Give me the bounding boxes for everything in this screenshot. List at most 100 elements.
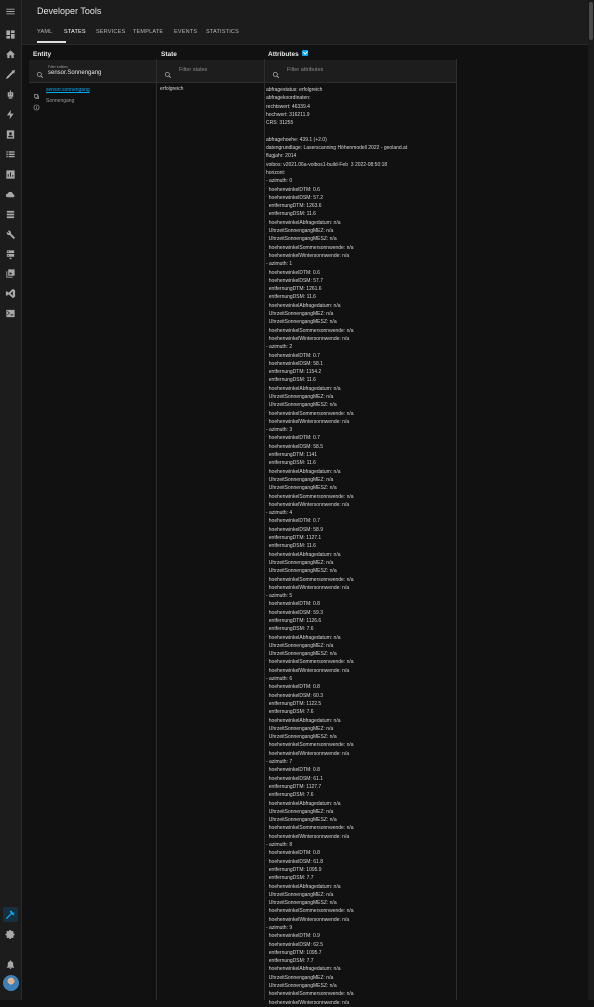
attribute-line: entfernungDTM: 1127.7 — [266, 783, 322, 790]
vscode-icon[interactable] — [3, 286, 18, 301]
robot-icon[interactable] — [3, 87, 18, 102]
storage-icon[interactable] — [3, 207, 18, 222]
attribute-line: abfragekoordinaten: — [266, 95, 311, 102]
tab-events[interactable]: EVENTS — [174, 29, 197, 43]
attribute-line: entfernungDSM: 7.7 — [266, 875, 314, 882]
attribute-line: hoehenwinkelAbfragedatum: n/a — [266, 634, 341, 641]
list-icon[interactable] — [3, 147, 18, 162]
attribute-line: hoehenwinkelAbfragedatum: n/a — [266, 219, 341, 226]
tab-template[interactable]: TEMPLATE — [133, 29, 163, 43]
attribute-line: hoehenwinkelWintersonnwende: n/a — [266, 833, 350, 840]
badge-icon[interactable] — [3, 127, 18, 142]
more-info-icon[interactable] — [33, 87, 40, 99]
attribute-line: flugjahr: 2014 — [266, 153, 297, 160]
attribute-line: - azimuth: 6 — [266, 676, 293, 683]
attribute-line: hoehenwinkelWintersonnwende: n/a — [266, 584, 350, 591]
attribute-line: abfragehoehe: 439.1 (+2.0) — [266, 136, 327, 143]
attribute-line: hoehenwinkelDTM: 0.8 — [266, 850, 320, 857]
attribute-line: hoehenwinkelDSM: 61.1 — [266, 775, 323, 782]
attribute-line: hoehenwinkelDSM: 60.3 — [266, 692, 323, 699]
info-icon[interactable] — [33, 98, 40, 111]
media-icon[interactable] — [3, 266, 18, 281]
lightning-icon[interactable] — [3, 107, 18, 122]
home-icon[interactable] — [3, 47, 18, 62]
wrench-icon[interactable] — [3, 227, 18, 242]
filter-entities-label: Filter entities — [48, 65, 68, 69]
attribute-line: UhrzeitSonnengangMEZ: n/a — [266, 808, 334, 815]
attribute-line: - azimuth: 5 — [266, 593, 293, 600]
scrollbar-thumb[interactable] — [589, 2, 593, 40]
gear-icon[interactable] — [3, 927, 18, 942]
attribute-line: hoehenwinkelSommersonnwende: n/a — [266, 825, 354, 832]
attribute-line: hoehenwinkelDSM: 58.9 — [266, 526, 323, 533]
attribute-line: entfernungDSM: 11.6 — [266, 460, 316, 467]
attribute-line: hoehenwinkelWintersonnwende: n/a — [266, 418, 350, 425]
tab-services[interactable]: SERVICES — [96, 29, 125, 43]
attribute-line: hoehenwinkelDTM: 0.7 — [266, 352, 320, 359]
hammer-icon[interactable] — [3, 907, 18, 922]
attribute-line: UhrzeitSonnengangMESZ: n/a — [266, 734, 337, 741]
chart-icon[interactable] — [3, 167, 18, 182]
terminal-icon[interactable] — [3, 306, 18, 321]
attribute-line: UhrzeitSonnengangMESZ: n/a — [266, 900, 337, 907]
attribute-line: hoehenwinkelAbfragedatum: n/a — [266, 302, 341, 309]
attribute-line: hoehenwinkelWintersonnwende: n/a — [266, 916, 350, 923]
attributes-checkbox[interactable] — [302, 50, 308, 56]
filter-attributes-input[interactable]: Filter attributes — [287, 67, 323, 73]
filter-entities-field[interactable]: Filter entities sensor.Sonnengang — [29, 60, 156, 83]
attribute-line: hoehenwinkelDTM: 0.6 — [266, 186, 320, 193]
attribute-line: UhrzeitSonnengangMEZ: n/a — [266, 642, 334, 649]
state-column-header: State — [161, 51, 177, 58]
attribute-line: horizont: — [266, 169, 286, 176]
attribute-line: entfernungDTM: 1095.9 — [266, 866, 322, 873]
attribute-line: hoehenwinkelDSM: 61.8 — [266, 858, 323, 865]
tab-statistics[interactable]: STATISTICS — [206, 29, 239, 43]
attribute-line: - azimuth: 8 — [266, 842, 293, 849]
page-title: Developer Tools — [37, 6, 102, 16]
filter-states-input[interactable]: Filter states — [179, 67, 207, 73]
entity-column-header: Entity — [33, 51, 52, 58]
attribute-line: UhrzeitSonnengangMEZ: n/a — [266, 891, 334, 898]
attribute-line: hoehenwinkelAbfragedatum: n/a — [266, 883, 341, 890]
attribute-line: hoehenwinkelAbfragedatum: n/a — [266, 800, 341, 807]
server-icon[interactable] — [3, 247, 18, 262]
attribute-line: rechtswert: 46339.4 — [266, 103, 310, 110]
filter-states-field[interactable]: Filter states — [157, 60, 264, 83]
cloud-icon[interactable] — [3, 187, 18, 202]
attribute-line: hoehenwinkelDSM: 57.7 — [266, 277, 323, 284]
attributes-column-header: Attributes — [268, 51, 299, 58]
menu-icon[interactable] — [3, 4, 18, 19]
attribute-line: entfernungDTM: 1141 — [266, 452, 318, 459]
attribute-line: entfernungDTM: 1154.2 — [266, 369, 322, 376]
attribute-line: hoehenwinkelWintersonnwende: n/a — [266, 501, 350, 508]
attribute-line: abfragestatus: erfolgreich — [266, 87, 323, 93]
attribute-line: hoehenwinkelDTM: 0.7 — [266, 435, 320, 442]
scrollbar[interactable] — [588, 0, 594, 1000]
filter-entities-input[interactable]: sensor.Sonnengang — [48, 70, 101, 76]
attribute-line: UhrzeitSonnengangMESZ: n/a — [266, 319, 337, 326]
avatar[interactable] — [3, 975, 19, 991]
attributes-list: abfragestatus: erfolgreich abfragekoordin… — [266, 86, 454, 1007]
attribute-line: entfernungDTM: 1261.6 — [266, 286, 322, 293]
attribute-line: entfernungDTM: 1263.6 — [266, 203, 322, 210]
attribute-line: UhrzeitSonnengangMEZ: n/a — [266, 725, 334, 732]
tab-states[interactable]: STATES — [64, 29, 86, 43]
dashboard-icon[interactable] — [3, 27, 18, 42]
attribute-line: hoehenwinkelSommersonnwende: n/a — [266, 991, 354, 998]
header: Developer Tools YAML STATES SERVICES TEM… — [22, 0, 588, 45]
attribute-line: hoehenwinkelDSM: 62.5 — [266, 941, 323, 948]
filter-attributes-field[interactable]: Filter attributes — [265, 60, 457, 83]
entity-id-link[interactable]: sensor.sonnengang — [46, 87, 90, 93]
rocket-icon[interactable] — [3, 67, 18, 82]
bell-icon[interactable] — [3, 957, 18, 972]
attribute-line: UhrzeitSonnengangMESZ: n/a — [266, 651, 337, 658]
attribute-line: hoehenwinkelDTM: 0.8 — [266, 684, 320, 691]
attribute-line: hoehenwinkelDTM: 0.8 — [266, 601, 320, 608]
attribute-line: UhrzeitSonnengangMESZ: n/a — [266, 817, 337, 824]
attribute-line: hoehenwinkelAbfragedatum: n/a — [266, 966, 341, 973]
attribute-line: hochwert: 316211.9 — [266, 111, 310, 118]
attribute-line: entfernungDSM: 7.6 — [266, 792, 314, 799]
attribute-line: hoehenwinkelSommersonnwende: n/a — [266, 742, 354, 749]
attribute-line: entfernungDTM: 1095.7 — [266, 949, 322, 956]
attribute-line: UhrzeitSonnengangMEZ: n/a — [266, 476, 334, 483]
